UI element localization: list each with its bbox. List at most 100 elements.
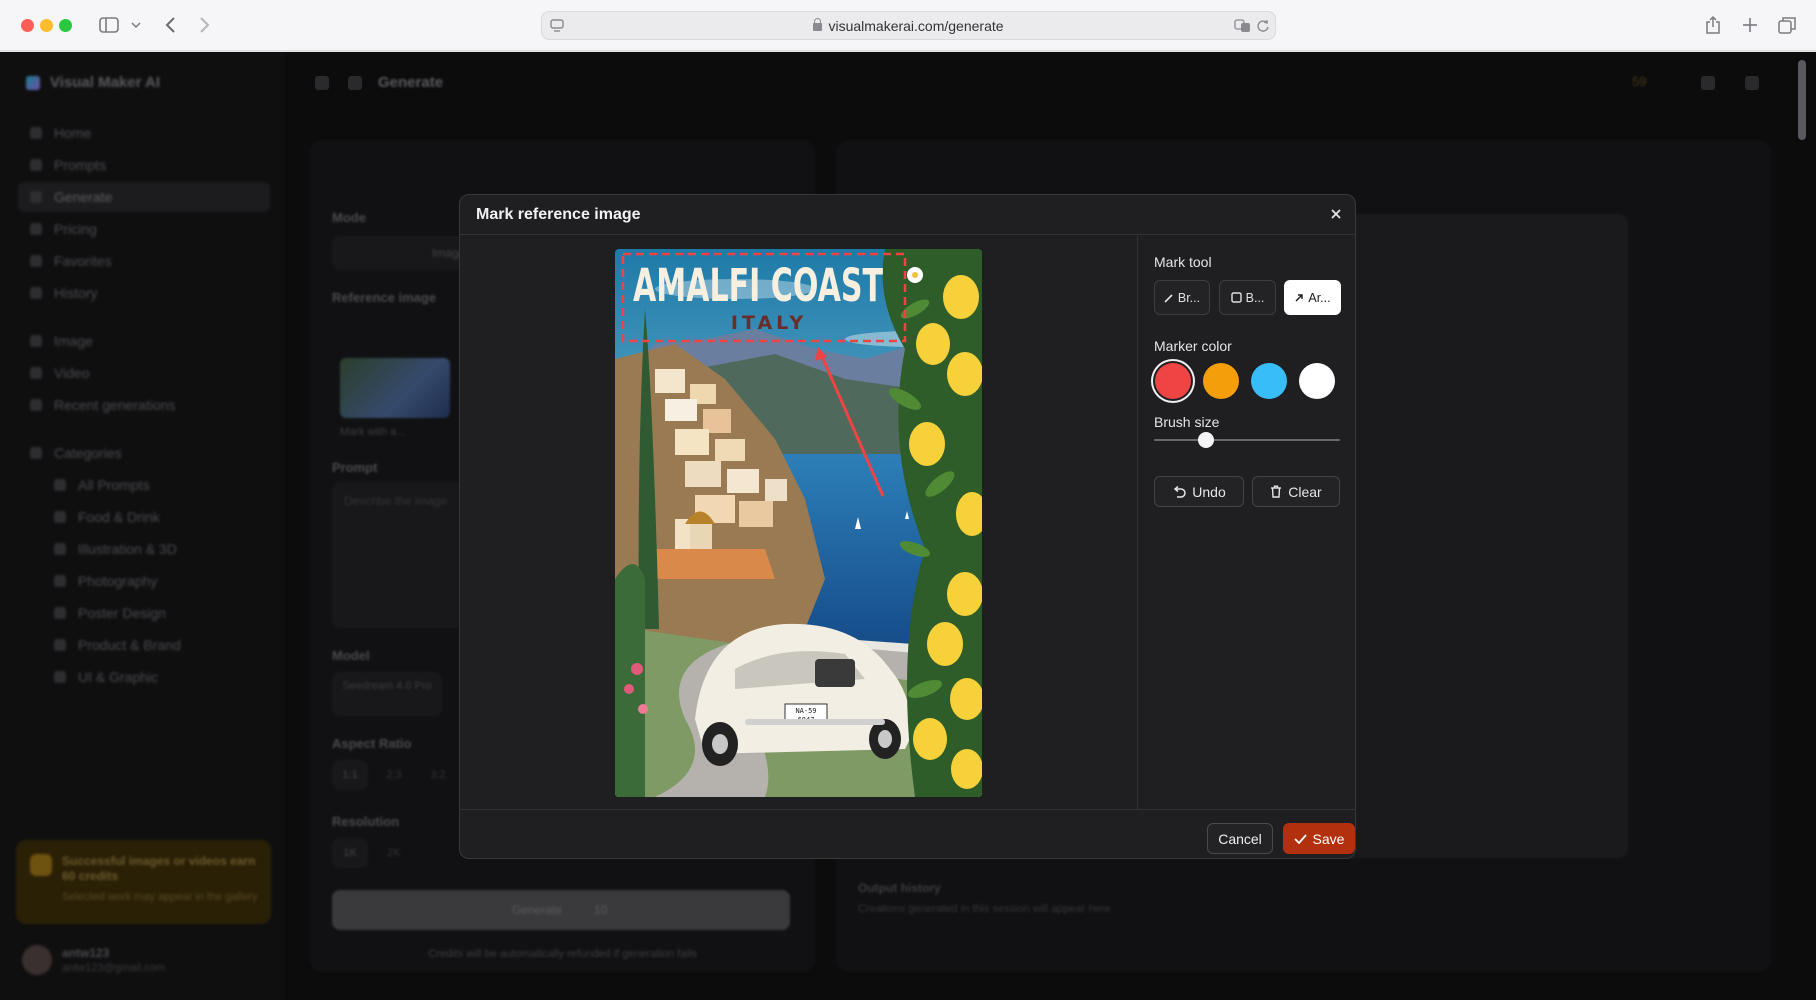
marker-color-label: Marker color [1154,338,1232,354]
credits-badge[interactable]: 59 [1632,74,1646,89]
sidebar-item-favorites[interactable]: Favorites [18,246,270,276]
aspect-option[interactable]: 2:3 [376,760,412,790]
aspect-option[interactable]: 1:1 [332,760,368,790]
brand[interactable]: Visual Maker AI [26,74,160,91]
sidebar-item-generate[interactable]: Generate [18,182,270,212]
save-button[interactable]: Save [1283,823,1355,854]
trash-icon [1271,485,1282,498]
model-label: Model [332,648,370,663]
mark-reference-button[interactable]: Mark with a... [340,426,450,438]
mark-tool-label: Mark tool [1154,254,1212,270]
generate-icon [30,191,42,203]
sidebar-category-all[interactable]: All Prompts [18,470,270,500]
generate-button[interactable]: Generate 10 [332,890,790,930]
heart-icon [30,255,42,267]
prompt-label: Prompt [332,460,378,475]
reference-image: NA-59 6847 [615,249,982,797]
mark-reference-modal: Mark reference image NA-59 AMALFI COAST … [459,194,1356,859]
aspect-option[interactable]: 3:2 [420,760,456,790]
color-swatch-cyan[interactable] [1251,363,1287,399]
sidebar-item-label: Categories [54,445,122,461]
sidebar-item-history[interactable]: History [18,278,270,308]
arrow-tool-button[interactable]: Ar... [1284,280,1341,315]
settings-icon[interactable] [1745,76,1759,90]
share-icon[interactable] [1703,13,1723,37]
sidebar-section-categories[interactable]: Categories [18,438,270,468]
model-select[interactable]: Seedream 4.0 Pro [332,672,442,716]
tool-panel: Mark tool Br... B... Ar... Marker color … [1137,236,1355,810]
back-arrow-icon[interactable] [348,76,362,90]
promo-subtitle: Selected work may appear in the gallery [62,891,258,903]
back-icon[interactable] [160,13,180,37]
sidebar-item-image[interactable]: Image [18,326,270,356]
resolution-option[interactable]: 1K [332,838,368,868]
poster-headline: AMALFI COAST [633,259,883,312]
license-plate-line1: NA-59 [795,707,816,715]
translate-icon[interactable] [1234,19,1252,33]
theme-icon[interactable] [1701,76,1715,90]
sidebar-icon[interactable] [97,13,121,37]
sidebar-item-label: Generate [54,189,113,205]
pricing-icon [30,223,42,235]
generate-cost: 10 [594,903,608,917]
reference-thumbnail[interactable] [340,358,450,418]
scrollbar-thumb[interactable] [1798,60,1806,140]
panel-toggle-icon[interactable] [315,76,329,90]
camera-icon [54,575,66,587]
sidebar-item-label: UI & Graphic [78,669,159,685]
reference-image-canvas[interactable]: NA-59 6847 [615,249,982,797]
zoom-window-button[interactable] [59,19,72,32]
address-bar[interactable]: visualmakerai.com/generate [541,11,1276,40]
model-value: Seedream 4.0 Pro [342,680,432,692]
sidebar-category-product[interactable]: Product & Brand [18,630,270,660]
close-icon[interactable] [1328,207,1344,223]
sidebar-item-label: Video [54,365,90,381]
save-label: Save [1312,830,1345,847]
new-tab-icon[interactable] [1740,13,1760,37]
reload-icon[interactable] [1256,19,1270,33]
sidebar-category-photography[interactable]: Photography [18,566,270,596]
poster-icon [54,607,66,619]
tabs-overview-icon[interactable] [1777,13,1797,37]
minimize-window-button[interactable] [40,19,53,32]
brush-tool-button[interactable]: Br... [1154,280,1210,315]
brush-tool-label: Br... [1177,290,1201,305]
coin-icon [30,854,52,876]
sidebar-item-label: Photography [78,573,158,589]
check-icon [1293,833,1307,844]
box-icon [1230,292,1242,303]
undo-button[interactable]: Undo [1154,476,1244,507]
color-swatch-orange[interactable] [1203,363,1239,399]
forward-icon[interactable] [195,13,215,37]
page-scrollbar[interactable] [1796,52,1808,1000]
sidebar-item-home[interactable]: Home [18,118,270,148]
cancel-button[interactable]: Cancel [1207,823,1273,854]
resolution-option[interactable]: 2K [376,838,412,868]
brush-size-slider-thumb[interactable] [1198,432,1215,448]
lock-icon [813,18,823,31]
sidebar-item-label: Illustration & 3D [78,541,177,557]
clear-button[interactable]: Clear [1252,476,1340,507]
sidebar-item-recent[interactable]: Recent generations [18,390,270,420]
box-tool-button[interactable]: B... [1219,280,1276,315]
avatar [22,945,52,975]
arrow-tool-label: Ar... [1308,290,1331,305]
sidebar-item-video[interactable]: Video [18,358,270,388]
sidebar-category-illustration[interactable]: Illustration & 3D [18,534,270,564]
food-icon [54,511,66,523]
sidebar-category-poster[interactable]: Poster Design [18,598,270,628]
chevron-down-icon[interactable] [129,13,143,37]
sidebar-item-label: Poster Design [78,605,166,621]
sidebar-category-ui[interactable]: UI & Graphic [18,662,270,692]
brush-size-slider[interactable] [1154,439,1340,441]
sidebar: Visual Maker AI Home Prompts Generate Pr… [0,52,285,1000]
output-title: Output history [858,881,941,895]
sidebar-item-label: Product & Brand [78,637,181,653]
close-window-button[interactable] [21,19,34,32]
color-swatch-red[interactable] [1155,363,1191,399]
sidebar-item-prompts[interactable]: Prompts [18,150,270,180]
color-swatch-white[interactable] [1299,363,1335,399]
sidebar-category-food[interactable]: Food & Drink [18,502,270,532]
sidebar-item-pricing[interactable]: Pricing [18,214,270,244]
user-profile[interactable]: antw123 antw123@gmail.com [16,935,271,985]
